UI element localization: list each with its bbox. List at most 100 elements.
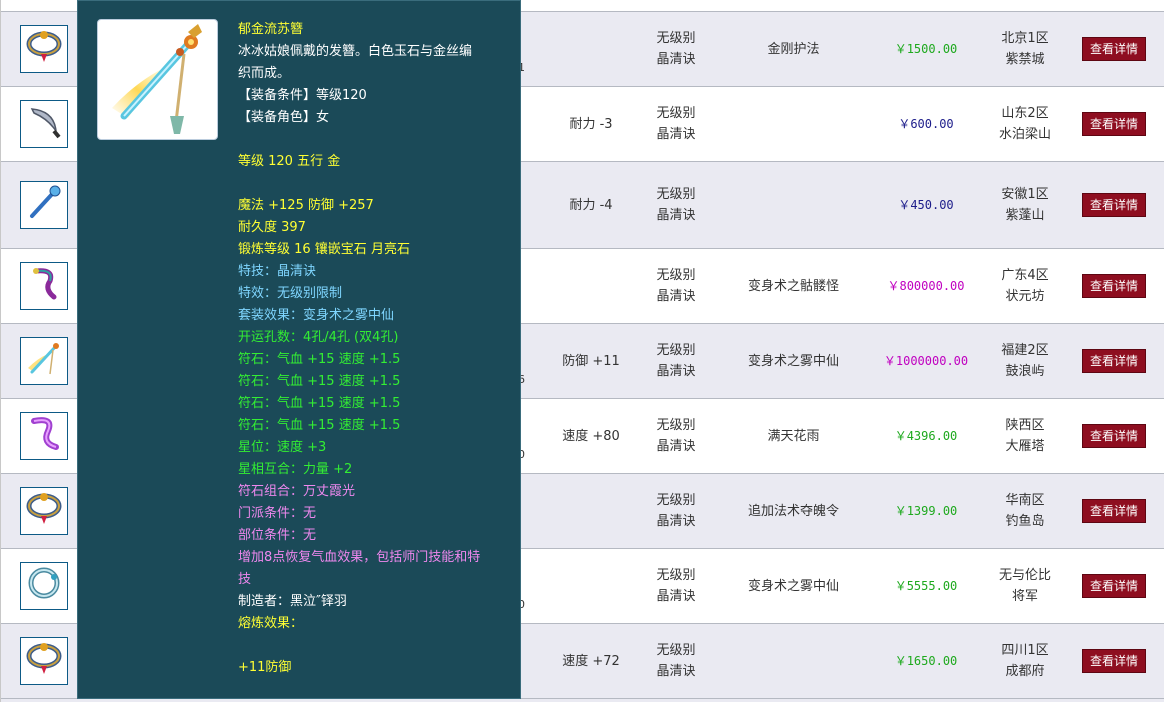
tooltip-line: 技 xyxy=(238,572,252,587)
item-thumbnail-cell xyxy=(1,549,87,623)
item-server: 北京1区 紫禁城 xyxy=(976,12,1074,86)
item-thumbnail[interactable] xyxy=(20,181,68,229)
item-server: 福建2区 鼓浪屿 xyxy=(976,324,1074,398)
item-price: ￥600.00 xyxy=(898,116,954,131)
item-set-effect: 变身术之雾中仙 xyxy=(747,353,839,369)
hairpin-icon xyxy=(24,338,64,385)
server-name: 将军 xyxy=(1011,589,1038,604)
item-set-effect xyxy=(721,162,866,248)
item-thumbnail-cell xyxy=(1,12,87,86)
item-class-line1: 无级别 xyxy=(656,493,696,508)
item-special-skill: 无级别 晶清诀 xyxy=(631,12,721,86)
action-cell: 查看详情 xyxy=(1074,474,1154,548)
view-details-button[interactable]: 查看详情 xyxy=(1081,112,1146,136)
item-special-skill: 无级别 晶清诀 xyxy=(631,324,721,398)
tooltip-item-image xyxy=(97,19,218,140)
hairpin-icon xyxy=(112,24,202,134)
view-details-button[interactable]: 查看详情 xyxy=(1081,499,1146,523)
tooltip-item-name: 郁金流苏簪 xyxy=(238,22,304,37)
item-thumbnail-cell xyxy=(1,87,87,161)
view-details-button[interactable]: 查看详情 xyxy=(1081,37,1146,61)
item-stat: 速度 +80 xyxy=(562,428,620,444)
item-class-line2: 晶清诀 xyxy=(656,589,696,604)
item-price: ￥800000.00 xyxy=(887,278,965,293)
tooltip-line: 星位：速度 +3 xyxy=(238,440,327,455)
tooltip-line: 特技：晶清诀 xyxy=(238,264,317,279)
item-server: 四川1区成都府 xyxy=(976,624,1074,698)
tooltip-line: 增加8点恢复气血效果，包括师门技能和特 xyxy=(238,550,481,565)
item-class-line1: 无级别 xyxy=(656,31,696,46)
item-server: 山东2区水泊梁山 xyxy=(976,87,1074,161)
item-class-line1: 无级别 xyxy=(656,106,696,121)
tooltip-line: 【装备角色】女 xyxy=(238,110,330,125)
tooltip-line: 制造者：黑泣″铎羽 xyxy=(238,594,347,609)
view-details-button[interactable]: 查看详情 xyxy=(1081,649,1146,673)
server-name: 钓鱼岛 xyxy=(1005,514,1045,529)
tooltip-line: 织而成。 xyxy=(238,66,291,81)
ribbon-icon xyxy=(24,413,64,460)
server-name: 成都府 xyxy=(1005,664,1045,679)
item-thumbnail[interactable] xyxy=(20,25,68,73)
server-region: 陕西区 xyxy=(1005,418,1045,433)
action-cell: 查看详情 xyxy=(1074,162,1154,248)
server-name: 紫禁城 xyxy=(1005,52,1045,67)
item-class-line1: 无级别 xyxy=(656,268,696,283)
item-stat xyxy=(546,549,636,623)
tooltip-line xyxy=(238,129,508,151)
view-details-button[interactable]: 查看详情 xyxy=(1081,574,1146,598)
item-thumbnail[interactable] xyxy=(20,487,68,535)
tooltip-line: 符石：气血 +15 速度 +1.5 xyxy=(238,396,401,411)
view-details-button[interactable]: 查看详情 xyxy=(1081,424,1146,448)
item-stat xyxy=(546,249,636,323)
item-special-skill: 无级别 晶清诀 xyxy=(631,162,721,248)
item-set-effect: 金刚护法 xyxy=(767,41,820,57)
item-thumbnail-cell xyxy=(1,399,87,473)
server-region: 安徽1区 xyxy=(1001,187,1049,202)
server-region: 山东2区 xyxy=(1001,106,1049,121)
tooltip-line xyxy=(238,635,508,657)
jade-ring-icon xyxy=(24,488,64,535)
server-region: 四川1区 xyxy=(1001,643,1049,658)
item-price: ￥1399.00 xyxy=(894,503,958,518)
server-name: 鼓浪屿 xyxy=(1005,364,1045,379)
item-thumbnail[interactable] xyxy=(20,637,68,685)
item-thumbnail[interactable] xyxy=(20,337,68,385)
item-price: ￥1500.00 xyxy=(894,41,958,56)
tooltip-line: 套装效果：变身术之雾中仙 xyxy=(238,308,395,323)
action-cell: 查看详情 xyxy=(1074,624,1154,698)
item-thumbnail-cell xyxy=(1,474,87,548)
item-class-line1: 无级别 xyxy=(656,343,696,358)
item-special-skill: 无级别 晶清诀 xyxy=(631,624,721,698)
item-server: 广东4区 状元坊 xyxy=(976,249,1074,323)
item-stat: 防御 +11 xyxy=(562,353,620,369)
tooltip-line: 【装备条件】等级120 xyxy=(238,88,367,103)
item-thumbnail[interactable] xyxy=(20,100,68,148)
item-class-line1: 无级别 xyxy=(656,643,696,658)
item-thumbnail[interactable] xyxy=(20,262,68,310)
item-thumbnail-cell xyxy=(1,324,87,398)
item-thumbnail[interactable] xyxy=(20,412,68,460)
item-price: ￥4396.00 xyxy=(894,428,958,443)
action-cell: 查看详情 xyxy=(1074,549,1154,623)
tooltip-line: 开运孔数：4孔/4孔 (双4孔) xyxy=(238,330,399,345)
item-server: 华南区 钓鱼岛 xyxy=(976,474,1074,548)
item-stat xyxy=(546,12,636,86)
item-set-effect: 追加法术夺魄令 xyxy=(747,503,839,519)
tooltip-text: 郁金流苏簪 冰冰姑娘佩戴的发簪。白色玉石与金丝编 织而成。 【装备条件】等级120 【装… xyxy=(238,19,508,679)
item-class-line2: 晶清诀 xyxy=(656,208,696,223)
item-thumbnail[interactable] xyxy=(20,562,68,610)
action-cell: 查看详情 xyxy=(1074,324,1154,398)
item-stat: 速度 +72 xyxy=(562,653,620,669)
view-details-button[interactable]: 查看详情 xyxy=(1081,274,1146,298)
server-name: 水泊梁山 xyxy=(998,127,1051,142)
item-set-effect: 变身术之骷髅怪 xyxy=(747,278,839,294)
tooltip-line: 符石：气血 +15 速度 +1.5 xyxy=(238,374,401,389)
tooltip-line: 部位条件：无 xyxy=(238,528,317,543)
item-server: 安徽1区 紫蓬山 xyxy=(976,162,1074,248)
action-cell: 查看详情 xyxy=(1074,399,1154,473)
item-class-line2: 晶清诀 xyxy=(656,127,696,142)
view-details-button[interactable]: 查看详情 xyxy=(1081,193,1146,217)
item-set-effect: 满天花雨 xyxy=(767,428,820,444)
view-details-button[interactable]: 查看详情 xyxy=(1081,349,1146,373)
tooltip-line: 魔法 +125 防御 +257 xyxy=(238,198,374,213)
